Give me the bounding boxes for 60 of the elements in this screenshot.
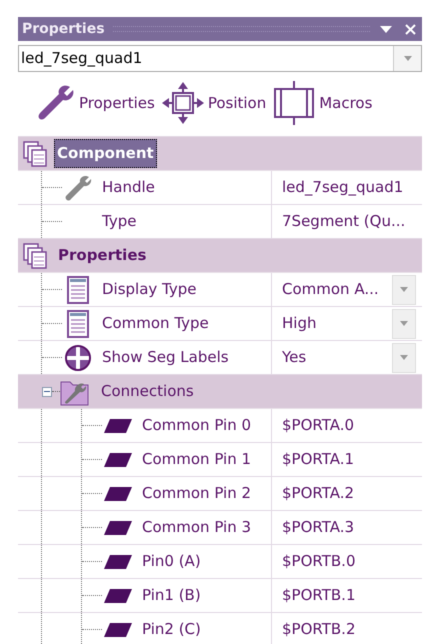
property-value: $PORTB.0 bbox=[282, 551, 356, 572]
property-name: Common Pin 0 bbox=[142, 415, 252, 436]
property-name: Common Pin 1 bbox=[142, 449, 252, 470]
property-name: Pin0 (A) bbox=[142, 551, 201, 572]
dropdown-button[interactable] bbox=[378, 26, 394, 32]
property-value: $PORTA.2 bbox=[282, 483, 356, 504]
macro-icon bbox=[272, 80, 316, 126]
property-name: Type bbox=[102, 211, 136, 232]
component-selector[interactable]: led_7seg_quad1 bbox=[18, 45, 422, 72]
toolbar-button[interactable]: Properties bbox=[36, 83, 155, 123]
dropdown-button[interactable] bbox=[392, 342, 416, 372]
property-name: Display Type bbox=[102, 279, 197, 300]
circle-cross-icon bbox=[64, 344, 92, 372]
property-value[interactable]: Common A... bbox=[282, 278, 388, 301]
property-value: 7Segment (Qu... bbox=[282, 211, 406, 232]
property-value: $PORTA.1 bbox=[282, 449, 356, 470]
wrench-icon bbox=[64, 174, 92, 202]
property-name: Handle bbox=[102, 177, 155, 198]
collapse-icon[interactable] bbox=[42, 386, 52, 396]
dropdown-button[interactable] bbox=[392, 308, 416, 338]
caret-icon bbox=[400, 321, 408, 326]
pages-icon bbox=[22, 242, 50, 270]
toolbar-button[interactable]: Position bbox=[160, 81, 266, 125]
category-header[interactable]: Properties bbox=[18, 239, 422, 273]
pin-icon bbox=[104, 418, 132, 432]
category-title: Component bbox=[54, 139, 157, 168]
property-name: Common Type bbox=[102, 313, 209, 334]
toolbar-button[interactable]: Macros bbox=[272, 80, 372, 126]
selector-value: led_7seg_quad1 bbox=[20, 48, 144, 70]
caret-icon bbox=[404, 56, 412, 61]
property-name: Show Seg Labels bbox=[102, 347, 229, 368]
subcategory-header[interactable]: Connections bbox=[18, 375, 422, 409]
pin-icon bbox=[104, 486, 132, 500]
pin-icon bbox=[104, 554, 132, 568]
document-icon bbox=[67, 310, 89, 338]
category-title: Properties bbox=[57, 245, 148, 266]
property-value: $PORTA.3 bbox=[282, 517, 356, 538]
property-name: Common Pin 2 bbox=[142, 483, 252, 504]
subcategory-title: Connections bbox=[100, 381, 195, 402]
pages-icon bbox=[22, 140, 50, 168]
move-icon bbox=[160, 81, 205, 125]
caret-icon bbox=[400, 287, 408, 292]
document-icon bbox=[67, 276, 89, 304]
property-value[interactable]: Yes bbox=[282, 346, 388, 369]
caret-icon bbox=[400, 355, 408, 360]
pin-icon bbox=[104, 622, 132, 636]
dropdown-button[interactable] bbox=[392, 274, 416, 304]
property-value: $PORTB.2 bbox=[282, 619, 356, 640]
property-name: Pin2 (C) bbox=[142, 619, 201, 640]
panel-title: Properties bbox=[22, 20, 105, 38]
property-name: Common Pin 3 bbox=[142, 517, 252, 538]
property-value[interactable]: High bbox=[282, 312, 388, 335]
property-name: Pin1 (B) bbox=[142, 585, 201, 606]
pin-icon bbox=[104, 588, 132, 602]
pin-icon bbox=[104, 520, 132, 534]
pin-icon bbox=[104, 452, 132, 466]
property-value: $PORTB.1 bbox=[282, 585, 356, 606]
property-value: $PORTA.0 bbox=[282, 415, 356, 436]
property-value: led_7seg_quad1 bbox=[282, 177, 404, 198]
category-header[interactable]: Component bbox=[18, 137, 422, 171]
